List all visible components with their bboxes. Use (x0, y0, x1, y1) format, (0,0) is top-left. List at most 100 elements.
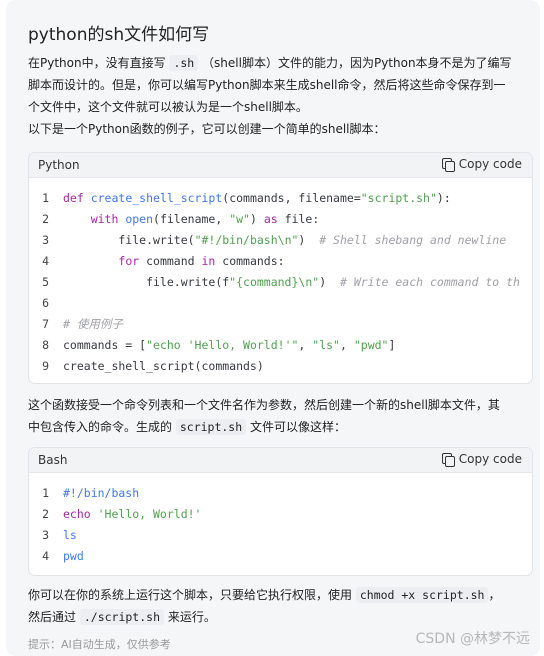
code-body: 1 #!/bin/bash 2 echo 'Hello, World!' 3 ls 4 pwd (29, 473, 532, 567)
code-line: 1 #!/bin/bash (29, 483, 532, 504)
code-line: 8 commands = ["echo 'Hello, World!'", "ls… (29, 335, 532, 356)
code-language-label: Bash (38, 453, 68, 467)
code-token: file.write( (63, 233, 195, 247)
line-number: 1 (42, 486, 49, 500)
code-token: "echo 'Hello, World!'" (146, 338, 299, 352)
code-token: create_shell_script(commands) (63, 359, 264, 373)
closing-paragraph: 你可以在你的系统上运行这个脚本，只要给它执行权限，使用 chmod +x scr… (28, 584, 500, 628)
code-block-header: Python Copy code (29, 153, 532, 178)
code-token: ls (63, 528, 77, 542)
code-text: #!/bin/bash (63, 483, 139, 504)
copy-icon (441, 453, 455, 467)
intro-text: 个文件中，这个文件就可以被认为是一个shell脚本。 (28, 100, 308, 114)
code-token: "ls" (312, 338, 340, 352)
code-token: (filename, (153, 212, 230, 226)
closing-text: 来运行。 (167, 610, 216, 624)
code-line: 2 with open(filename, "w") as file: (29, 209, 532, 230)
code-body: 1 def create_shell_script(commands, filen… (29, 178, 532, 377)
intro-text: 以下是一个Python函数的例子，它可以创建一个简单的shell脚本： (28, 122, 386, 136)
code-token: ): (436, 191, 451, 205)
intro-text: 在Python中，没有直接写 (28, 56, 166, 70)
copy-label: Copy code (458, 452, 522, 466)
code-token: # 使用例子 (63, 317, 123, 331)
code-token: file.write(f (63, 275, 230, 289)
code-token: create_shell_script (90, 191, 223, 205)
code-token: #!/bin/bash (63, 486, 140, 500)
inline-code: script.sh (175, 419, 247, 435)
code-text: with open(filename, "w") as file: (63, 209, 320, 230)
line-number: 3 (42, 528, 49, 542)
code-token: with (90, 212, 126, 226)
line-number: 5 (42, 275, 49, 289)
code-block-header: Bash Copy code (29, 448, 532, 473)
code-text: file.write(f"{command}\n") # Write each … (63, 272, 520, 293)
intro-text: （shell脚本）文件的能力，因为Python本身不是为了编写 (202, 56, 512, 70)
code-token: "pwd" (353, 338, 389, 352)
line-number: 4 (42, 254, 49, 268)
line-number: 8 (42, 338, 49, 352)
code-line: 2 echo 'Hello, World!' (29, 504, 532, 525)
csdn-watermark: CSDN @林梦不远 (415, 631, 530, 647)
bash-code-block: Bash Copy code 1 #!/bin/bash 2 echo 'Hello,… (28, 447, 533, 576)
code-text: def create_shell_script(commands, filena… (63, 188, 451, 209)
code-token: "w" (229, 212, 250, 226)
code-token: ) (298, 233, 320, 247)
closing-text: 你可以在你的系统上运行这个脚本，只要给它执行权限，使用 (28, 588, 353, 602)
code-token: commands: (222, 254, 285, 268)
python-code-block: Python Copy code 1 def create_shell_scrip… (28, 152, 533, 384)
code-token: # Shell shebang and newline (319, 233, 507, 247)
intro-paragraph: 在Python中，没有直接写 .sh （shell脚本）文件的能力，因为Pyth… (28, 52, 512, 140)
code-text: file.write("#!/bin/bash\n") # Shell sheb… (63, 230, 506, 251)
code-token: (commands, filename= (222, 191, 361, 205)
code-token: "script.sh" (360, 191, 437, 205)
code-token: , (339, 338, 354, 352)
code-line: 5 file.write(f"{command}\n") # Write eac… (29, 272, 532, 293)
page-title: python的sh文件如何写 (28, 25, 210, 45)
line-number: 4 (42, 549, 49, 563)
code-text: create_shell_script(commands) (63, 356, 264, 377)
code-token: def (63, 191, 91, 205)
code-token: commands = [ (63, 338, 147, 352)
code-text: for command in commands: (63, 251, 285, 272)
code-line: 4 pwd (29, 546, 532, 567)
code-language-label: Python (38, 158, 80, 172)
code-token: command (146, 254, 202, 268)
code-text: ls (63, 525, 77, 546)
copy-code-button[interactable]: Copy code (441, 452, 522, 467)
code-line: 6 (29, 293, 532, 314)
copy-code-button[interactable]: Copy code (441, 157, 522, 172)
code-text: echo 'Hello, World!' (63, 504, 201, 525)
middle-paragraph: 这个函数接受一个命令列表和一个文件名作为参数，然后创建一个新的shell脚本文件… (28, 394, 500, 438)
code-token: echo (63, 507, 98, 521)
inline-code: .sh (169, 55, 199, 71)
code-text: pwd (63, 546, 84, 567)
copy-icon (441, 158, 455, 172)
inline-code: chmod +x script.sh (355, 587, 489, 603)
line-number: 3 (42, 233, 49, 247)
code-token: ] (388, 338, 396, 352)
line-number: 1 (42, 191, 49, 205)
code-token: "#!/bin/bash\n" (194, 233, 299, 247)
copy-label: Copy code (458, 157, 522, 171)
line-number: 7 (42, 317, 49, 331)
inline-code: ./script.sh (79, 609, 165, 625)
code-token: file: (284, 212, 320, 226)
code-line: 4 for command in commands: (29, 251, 532, 272)
code-text: # 使用例子 (63, 314, 123, 335)
middle-text: 文件可以像这样： (249, 420, 346, 434)
code-token: "{command}\n" (229, 275, 320, 289)
code-line: 7 # 使用例子 (29, 314, 532, 335)
middle-text: 中包含传入的命令。生成的 (28, 420, 173, 434)
ai-disclaimer: 提示：AI自动生成，仅供参考 (28, 638, 171, 651)
middle-text: 这个函数接受一个命令列表和一个文件名作为参数，然后创建一个新的shell脚本文件… (28, 398, 500, 412)
code-token: , (298, 338, 313, 352)
code-token: for (118, 254, 147, 268)
line-number: 6 (42, 296, 49, 310)
code-token: 'Hello, World!' (97, 507, 202, 521)
code-line: 1 def create_shell_script(commands, filen… (29, 188, 532, 209)
line-number: 2 (42, 507, 49, 521)
code-token: in (201, 254, 223, 268)
code-line: 3 file.write("#!/bin/bash\n") # Shell sh… (29, 230, 532, 251)
